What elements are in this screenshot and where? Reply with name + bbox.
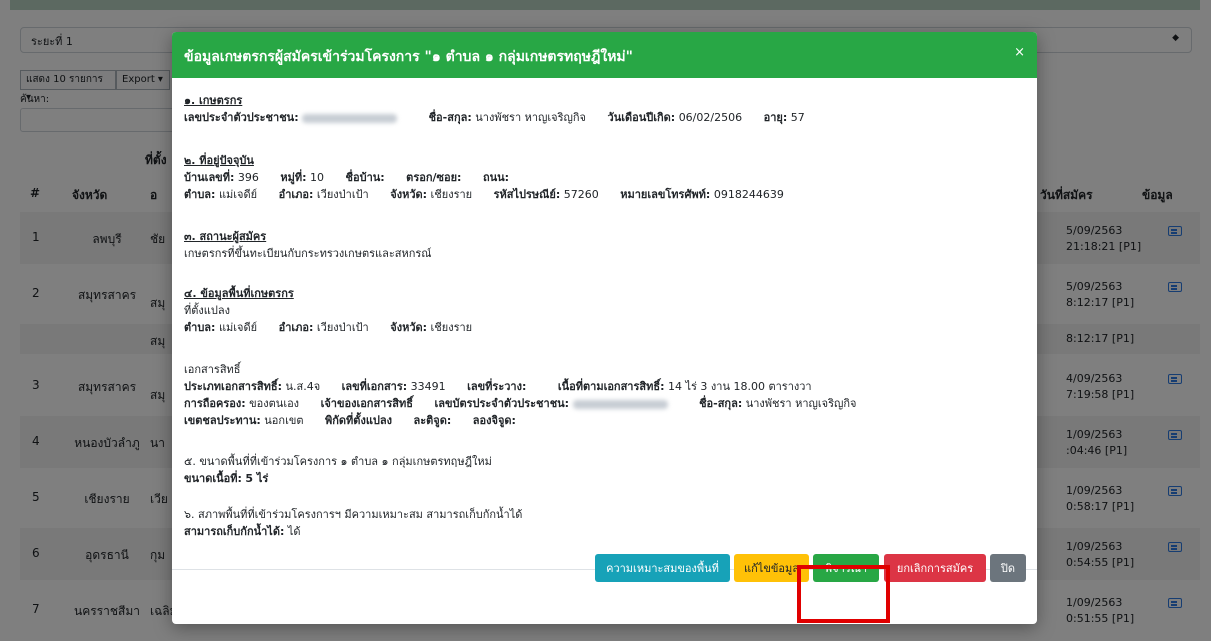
tambon-label: ตำบล:	[184, 188, 216, 201]
farmer-info-modal: ข้อมูลเกษตรกรผู้สมัครเข้าร่วมโครงการ "๑ …	[172, 32, 1037, 624]
lng-label: ลองจิจูด:	[472, 414, 516, 427]
moo-value: 10	[310, 171, 325, 184]
zip-label: รหัสไปรษณีย์:	[493, 188, 561, 201]
area-value: 14 ไร่ 3 งาน 18.00 ตารางวา	[667, 380, 812, 393]
moo-label: หมู่ที่:	[280, 171, 307, 184]
age-value: 57	[790, 111, 805, 124]
section-farmer-title: ๑. เกษตรกร	[184, 94, 243, 107]
suitability-text: ๖. สภาพพื้นที่ที่เข้าร่วมโครงการฯ มีความ…	[184, 508, 523, 521]
zip-value: 57260	[563, 188, 599, 201]
cancel-application-button[interactable]: ยกเลิกการสมัคร	[884, 554, 986, 582]
doc-line-3: เขตชลประทาน: นอกเขต พิกัดที่ตั้งแปลง ละต…	[184, 412, 857, 429]
house-label: บ้านเลขที่:	[184, 171, 235, 184]
section-address: ๒. ที่อยู่ปัจจุบัน บ้านเลขที่: 396 หมู่ท…	[184, 152, 784, 203]
address-line-2: ตำบล: แม่เจดีย์ อำเภอ: เวียงป่าเป้า จังห…	[184, 186, 784, 203]
plot-province-value: เชียงราย	[430, 321, 473, 334]
section-address-title: ๒. ที่อยู่ปัจจุบัน	[184, 154, 254, 167]
soi-label: ตรอก/ซอย:	[406, 171, 462, 184]
doc-no-value: 33491	[410, 380, 446, 393]
consider-button[interactable]: พิจารณา	[813, 554, 879, 582]
plot-tambon-label: ตำบล:	[184, 321, 216, 334]
province-label: จังหวัด:	[390, 188, 428, 201]
id-label: เลขประจำตัวประชาชน:	[184, 111, 299, 124]
document-block: เอกสารสิทธิ์ ประเภทเอกสารสิทธิ์: น.ส.4จ …	[184, 361, 857, 429]
edit-button[interactable]: แก้ไขข้อมูล	[734, 554, 809, 582]
doc-no-label: เลขที่เอกสาร:	[341, 380, 408, 393]
area-size-text: ๕. ขนาดพื้นที่ที่เข้าร่วมโครงการ ๑ ตำบล …	[184, 455, 492, 468]
plot-amphoe-value: เวียงป่าเป้า	[316, 321, 369, 334]
amphoe-label: อำเภอ:	[278, 188, 314, 201]
doc-type-value: น.ส.4จ	[285, 380, 321, 393]
size-value: 5 ไร่	[245, 472, 269, 485]
lat-label: ละติจูด:	[413, 414, 452, 427]
section-status: ๓. สถานะผู้สมัคร เกษตรกรที่ขึ้นทะเบียนกั…	[184, 228, 431, 262]
plot-province-label: จังหวัด:	[390, 321, 428, 334]
phone-value: 0918244639	[713, 188, 784, 201]
section-area-size: ๕. ขนาดพื้นที่ที่เข้าร่วมโครงการ ๑ ตำบล …	[184, 453, 492, 487]
age-label: อายุ:	[763, 111, 788, 124]
status-text: เกษตรกรที่ขึ้นทะเบียนกับกระทรวงเกษตรและส…	[184, 247, 432, 260]
address-line-1: บ้านเลขที่: 396 หมู่ที่: 10 ชื่อบ้าน: ตร…	[184, 169, 784, 186]
birth-label: วันเดือนปีเกิด:	[607, 111, 676, 124]
plot-location-heading: ที่ตั้งแปลง	[184, 304, 230, 317]
amphoe-value: เวียงป่าเป้า	[316, 188, 369, 201]
name-label: ชื่อ-สกุล:	[428, 111, 472, 124]
irrigation-value: นอกเขต	[264, 414, 304, 427]
plot-amphoe-label: อำเภอ:	[278, 321, 314, 334]
owner-name-label: ชื่อ-สกุล:	[699, 397, 743, 410]
house-value: 396	[237, 171, 259, 184]
province-value: เชียงราย	[430, 188, 473, 201]
road-label: ถนน:	[482, 171, 510, 184]
close-icon[interactable]: ×	[1014, 45, 1025, 60]
size-label: ขนาดเนื้อที่:	[184, 472, 242, 485]
section-land-title: ๔. ข้อมูลพื้นที่เกษตรกร	[184, 287, 294, 300]
coord-label: พิกัดที่ตั้งแปลง	[325, 414, 393, 427]
doc-type-label: ประเภทเอกสารสิทธิ์:	[184, 380, 282, 393]
phone-label: หมายเลขโทรศัพท์:	[620, 188, 711, 201]
modal-header: ข้อมูลเกษตรกรผู้สมัครเข้าร่วมโครงการ "๑ …	[172, 32, 1037, 78]
farmer-line: เลขประจำตัวประชาชน: ชื่อ-สกุล: นางพัชรา …	[184, 109, 805, 126]
owner-name-value: นางพัชรา หาญเจริญกิจ	[745, 397, 857, 410]
tambon-value: แม่เจดีย์	[218, 188, 258, 201]
close-button[interactable]: ปิด	[990, 554, 1026, 582]
doc-line-2: การถือครอง: ของตนเอง เจ้าของเอกสารสิทธิ์…	[184, 395, 857, 412]
birth-value: 06/02/2506	[678, 111, 743, 124]
area-label: เนื้อที่ตามเอกสารสิทธิ์:	[557, 380, 665, 393]
plot-tambon-value: แม่เจดีย์	[218, 321, 258, 334]
plot-location-line: ตำบล: แม่เจดีย์ อำเภอ: เวียงป่าเป้า จังห…	[184, 319, 472, 336]
holding-label: การถือครอง:	[184, 397, 246, 410]
section-farmer: ๑. เกษตรกร เลขประจำตัวประชาชน: ชื่อ-สกุล…	[184, 92, 805, 126]
holding-value: ของตนเอง	[249, 397, 300, 410]
section-suitability: ๖. สภาพพื้นที่ที่เข้าร่วมโครงการฯ มีความ…	[184, 506, 522, 540]
village-label: ชื่อบ้าน:	[345, 171, 385, 184]
owner-label: เจ้าของเอกสารสิทธิ์	[320, 397, 413, 410]
water-value: ได้	[287, 525, 301, 538]
section-land: ๔. ข้อมูลพื้นที่เกษตรกร ที่ตั้งแปลง ตำบล…	[184, 285, 472, 336]
water-label: สามารถเก็บกักน้ำได้:	[184, 525, 285, 538]
section-status-title: ๓. สถานะผู้สมัคร	[184, 230, 267, 243]
irrigation-label: เขตชลประทาน:	[184, 414, 261, 427]
owner-id-redacted	[572, 399, 668, 409]
suitability-button[interactable]: ความเหมาะสมของพื้นที่	[595, 554, 730, 582]
survey-label: เลขที่ระวาง:	[467, 380, 527, 393]
doc-line-1: ประเภทเอกสารสิทธิ์: น.ส.4จ เลขที่เอกสาร:…	[184, 378, 857, 395]
doc-heading: เอกสารสิทธิ์	[184, 363, 241, 376]
id-value-redacted	[302, 113, 398, 123]
modal-title: ข้อมูลเกษตรกรผู้สมัครเข้าร่วมโครงการ "๑ …	[184, 49, 633, 65]
owner-id-label: เลขบัตรประจำตัวประชาชน:	[434, 397, 570, 410]
name-value: นางพัชรา หาญเจริญกิจ	[475, 111, 587, 124]
